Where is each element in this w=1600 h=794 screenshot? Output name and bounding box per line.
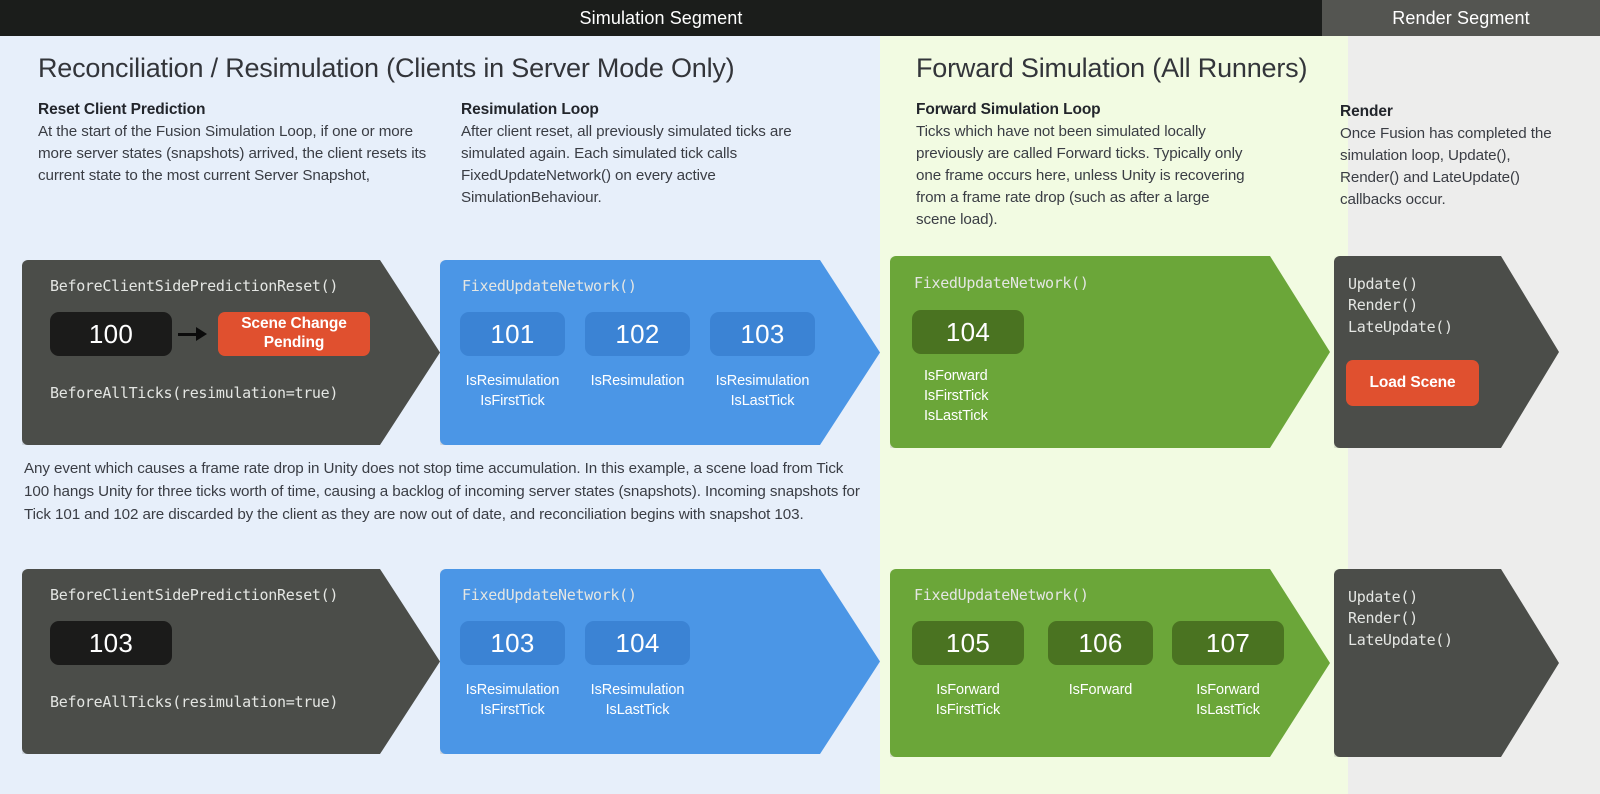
row2-reset-tick-value: 103 bbox=[88, 627, 134, 658]
row2-forward-flags-1: IsForward bbox=[1048, 680, 1153, 700]
row2-forward-flag-2-0: IsForward bbox=[1196, 682, 1260, 698]
row1-render-call-1: Render() bbox=[1348, 296, 1418, 315]
blurb-resimulation-loop: Resimulation Loop After client reset, al… bbox=[461, 101, 821, 209]
row1-resim-tick-value-2: 103 bbox=[740, 318, 785, 349]
blurb-forward-simulation-loop-heading: Forward Simulation Loop bbox=[916, 101, 1101, 118]
row1-resim-tick-value-0: 101 bbox=[490, 318, 535, 349]
row1-reset-tick-chip: 100 bbox=[50, 312, 172, 356]
row1-reset-prediction-arrow: BeforeClientSidePredictionReset() 100 Sc… bbox=[22, 260, 440, 445]
row1-load-scene-badge: Load Scene bbox=[1346, 360, 1479, 406]
row1-render-calls: Update() Render() LateUpdate() bbox=[1348, 274, 1453, 338]
row1-reset-callback-before-all-ticks: BeforeAllTicks(resimulation=true) bbox=[50, 384, 339, 402]
row2-resim-flag-1-0: IsResimulation bbox=[590, 682, 685, 698]
blurb-resimulation-loop-heading: Resimulation Loop bbox=[461, 101, 599, 118]
row2-resim-flags-0: IsResimulation IsFirstTick bbox=[460, 680, 565, 720]
blurb-render-heading: Render bbox=[1340, 103, 1393, 120]
row2-resim-flag-1-1: IsLastTick bbox=[605, 702, 670, 718]
mid-explanation-note: Any event which causes a frame rate drop… bbox=[24, 460, 860, 524]
row1-forward-flag-0-0: IsForward bbox=[924, 368, 988, 384]
row2-forward-flag-0-1: IsFirstTick bbox=[935, 702, 1001, 718]
row1-forward-flag-0-2: IsLastTick bbox=[924, 408, 988, 424]
scene-change-arrow-icon bbox=[178, 327, 207, 341]
row2-resim-flags-1: IsResimulation IsLastTick bbox=[585, 680, 690, 720]
row1-load-scene-label: Load Scene bbox=[1369, 373, 1456, 391]
row1-forward-flag-0-1: IsFirstTick bbox=[924, 388, 989, 404]
row2-reset-callback-before-all-ticks: BeforeAllTicks(resimulation=true) bbox=[50, 693, 339, 711]
header-simulation-segment: Simulation Segment bbox=[0, 0, 1322, 36]
row1-forward-flags-0: IsForward IsFirstTick IsLastTick bbox=[924, 366, 1084, 426]
row2-forward-flag-2-1: IsLastTick bbox=[1196, 702, 1260, 718]
row2-render-call-0: Update() bbox=[1348, 588, 1418, 606]
row2-resim-flag-0-0: IsResimulation bbox=[465, 682, 560, 698]
row2-render-call-2: LateUpdate() bbox=[1348, 630, 1453, 649]
header-render-segment-label: Render Segment bbox=[1392, 7, 1530, 28]
row1-render-call-0: Update() bbox=[1348, 275, 1418, 293]
blurb-reset-client-prediction-body: At the start of the Fusion Simulation Lo… bbox=[38, 123, 427, 185]
row1-scene-change-pending-badge: Scene Change Pending bbox=[218, 312, 370, 356]
blurb-reset-client-prediction-heading: Reset Client Prediction bbox=[38, 101, 206, 118]
row2-resimulation-arrow: FixedUpdateNetwork() 103 IsResimulation … bbox=[440, 569, 880, 754]
row1-resim-flags-1: IsResimulation bbox=[585, 371, 690, 391]
row2-forward-tick-chip-105: 105 bbox=[912, 621, 1024, 665]
row1-resim-tick-chip-102: 102 bbox=[585, 312, 690, 356]
row1-resim-flag-2-0: IsResimulation bbox=[715, 373, 810, 389]
row2-forward-tick-value-2: 107 bbox=[1205, 627, 1251, 658]
forward-column-title: Forward Simulation (All Runners) bbox=[916, 53, 1308, 83]
row1-forward-arrow: FixedUpdateNetwork() 104 IsForward IsFir… bbox=[890, 256, 1330, 448]
row2-resim-flag-0-1: IsFirstTick bbox=[480, 702, 545, 718]
blurb-render: Render Once Fusion has completed the sim… bbox=[1340, 103, 1555, 211]
row1-resim-tick-value-1: 102 bbox=[615, 318, 660, 349]
row2-forward-tick-chip-107: 107 bbox=[1172, 621, 1284, 665]
row1-render-call-2: LateUpdate() bbox=[1348, 317, 1453, 336]
row1-resim-callback: FixedUpdateNetwork() bbox=[462, 277, 637, 295]
row1-scene-change-pending-line2: Pending bbox=[263, 334, 325, 351]
header-render-segment: Render Segment bbox=[1322, 0, 1600, 36]
diagram-root: Simulation Segment Render Segment Reconc… bbox=[0, 0, 1600, 794]
row1-reset-tick-value: 100 bbox=[88, 318, 134, 349]
blurb-resimulation-loop-body: After client reset, all previously simul… bbox=[461, 123, 792, 207]
row2-reset-tick-chip: 103 bbox=[50, 621, 172, 665]
row2-reset-prediction-arrow: BeforeClientSidePredictionReset() 103 Be… bbox=[22, 569, 440, 754]
row2-forward-flag-0-0: IsForward bbox=[936, 682, 1000, 698]
row2-forward-tick-value-0: 105 bbox=[945, 627, 991, 658]
blurb-render-body: Once Fusion has completed the simulation… bbox=[1340, 125, 1552, 209]
row2-resim-tick-value-0: 103 bbox=[490, 627, 535, 658]
row2-resim-tick-value-1: 104 bbox=[615, 627, 660, 658]
row2-forward-flags-2: IsForward IsLastTick bbox=[1172, 680, 1284, 720]
row1-scene-change-pending-line1: Scene Change bbox=[241, 315, 347, 333]
row2-resim-callback: FixedUpdateNetwork() bbox=[462, 586, 637, 604]
blurb-forward-simulation-loop-body: Ticks which have not been simulated loca… bbox=[916, 123, 1245, 229]
row2-forward-callback: FixedUpdateNetwork() bbox=[914, 586, 1089, 604]
row1-resim-flag-0-0: IsResimulation bbox=[465, 373, 560, 389]
header-simulation-segment-label: Simulation Segment bbox=[579, 7, 743, 28]
row2-render-call-1: Render() bbox=[1348, 609, 1418, 628]
row2-render-calls: Update() Render() LateUpdate() bbox=[1348, 587, 1453, 651]
row1-forward-tick-chip-104: 104 bbox=[912, 310, 1024, 354]
row2-reset-callback-before-reset: BeforeClientSidePredictionReset() bbox=[50, 586, 339, 604]
row2-forward-tick-chip-106: 106 bbox=[1048, 621, 1153, 665]
blurb-forward-simulation-loop: Forward Simulation Loop Ticks which have… bbox=[916, 101, 1253, 231]
row2-forward-tick-value-1: 106 bbox=[1078, 627, 1123, 658]
row1-resimulation-arrow: FixedUpdateNetwork() 101 IsResimulation … bbox=[440, 260, 880, 445]
row2-forward-arrow: FixedUpdateNetwork() 105 IsForward IsFir… bbox=[890, 569, 1330, 757]
row2-forward-flags-0: IsForward IsFirstTick bbox=[912, 680, 1024, 720]
row1-resim-flag-2-1: IsLastTick bbox=[730, 393, 795, 409]
row1-forward-callback: FixedUpdateNetwork() bbox=[914, 274, 1089, 292]
blurb-reset-client-prediction: Reset Client Prediction At the start of … bbox=[38, 101, 438, 187]
row1-resim-flags-0: IsResimulation IsFirstTick bbox=[460, 371, 565, 411]
row2-resim-tick-chip-103: 103 bbox=[460, 621, 565, 665]
row2-forward-flag-1-0: IsForward bbox=[1068, 682, 1133, 698]
row1-resim-flag-0-1: IsFirstTick bbox=[480, 393, 545, 409]
reconciliation-column-title: Reconciliation / Resimulation (Clients i… bbox=[38, 53, 735, 83]
row1-resim-tick-chip-103: 103 bbox=[710, 312, 815, 356]
row2-resim-tick-chip-104: 104 bbox=[585, 621, 690, 665]
row1-resim-flag-1-0: IsResimulation bbox=[590, 373, 685, 389]
row1-forward-tick-value-0: 104 bbox=[945, 316, 991, 347]
row1-resim-flags-2: IsResimulation IsLastTick bbox=[710, 371, 815, 411]
row1-resim-tick-chip-101: 101 bbox=[460, 312, 565, 356]
row1-reset-callback-before-reset: BeforeClientSidePredictionReset() bbox=[50, 277, 339, 295]
